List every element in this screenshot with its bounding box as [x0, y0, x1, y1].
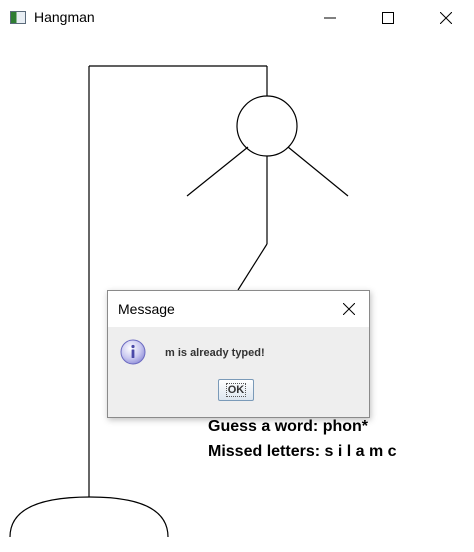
minimize-icon: [324, 17, 336, 19]
dialog-message: m is already typed!: [165, 347, 265, 359]
dialog-close-button[interactable]: [329, 291, 369, 327]
app-window-icon: [10, 11, 26, 24]
hangman-left-arm: [186, 146, 249, 197]
guess-word-label: Guess a word: phon*: [208, 418, 369, 435]
window-titlebar[interactable]: Hangman: [0, 0, 474, 36]
ok-button[interactable]: OK: [218, 379, 254, 401]
minimize-button[interactable]: [307, 0, 353, 36]
message-dialog: Message m is already typed! OK: [107, 290, 370, 418]
maximize-icon: [382, 12, 394, 24]
close-button[interactable]: [423, 0, 469, 36]
gallows-base: [9, 496, 169, 538]
ok-button-label: OK: [225, 383, 247, 397]
dialog-title: Message: [118, 301, 175, 317]
missed-letters-label: Missed letters: s i l a m c: [208, 443, 397, 460]
dialog-titlebar[interactable]: Message: [108, 291, 369, 327]
window-title: Hangman: [34, 9, 95, 25]
close-icon: [440, 12, 452, 24]
maximize-button[interactable]: [365, 0, 411, 36]
hangman-left-leg: [237, 243, 268, 291]
hangman-right-arm: [287, 146, 349, 197]
info-icon: [120, 339, 146, 365]
close-icon: [343, 303, 355, 315]
